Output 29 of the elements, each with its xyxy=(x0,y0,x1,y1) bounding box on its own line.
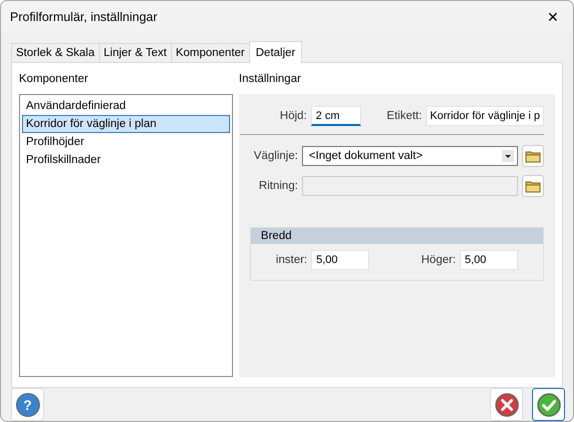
field-label: Etikett: xyxy=(386,110,422,122)
section-heading: Komponenter xyxy=(19,73,90,85)
road-line-dropdown[interactable]: <Inget dokument valt> xyxy=(302,146,518,166)
list-item[interactable]: Användardefinierad xyxy=(22,97,230,115)
field-label: Höger: xyxy=(421,254,456,266)
field-label: Ritning: xyxy=(258,180,298,192)
list-item[interactable]: Profilskillnader xyxy=(22,151,230,169)
ok-button[interactable] xyxy=(532,388,565,421)
list-item[interactable]: Profilhöjder xyxy=(22,133,230,151)
field-label: Höjd: xyxy=(280,110,307,122)
close-button[interactable]: ✕ xyxy=(533,2,573,32)
folder-button[interactable] xyxy=(522,145,544,167)
right-width-field[interactable]: 5,00 xyxy=(460,250,518,270)
folder-icon xyxy=(525,149,541,163)
group-header: Bredd xyxy=(250,228,543,244)
field-label: Väglinje: xyxy=(252,150,298,162)
field-label: inster: xyxy=(276,254,308,266)
cancel-button[interactable] xyxy=(490,388,523,421)
label-field[interactable]: Korridor för väglinje i p xyxy=(426,106,544,126)
tab[interactable]: Storlek & Skala xyxy=(11,43,100,62)
left-width-field[interactable]: 5,00 xyxy=(311,250,370,270)
folder-button[interactable] xyxy=(522,175,544,197)
help-button[interactable]: ? xyxy=(11,388,44,421)
tab[interactable]: Detaljer xyxy=(248,41,302,63)
list-item[interactable]: Korridor för väglinje i plan xyxy=(22,115,230,133)
folder-icon xyxy=(525,179,541,193)
window-title: Profilformulär, inställningar xyxy=(10,10,158,24)
height-field[interactable]: 2 cm xyxy=(310,106,361,126)
section-heading: Inställningar xyxy=(238,73,302,85)
